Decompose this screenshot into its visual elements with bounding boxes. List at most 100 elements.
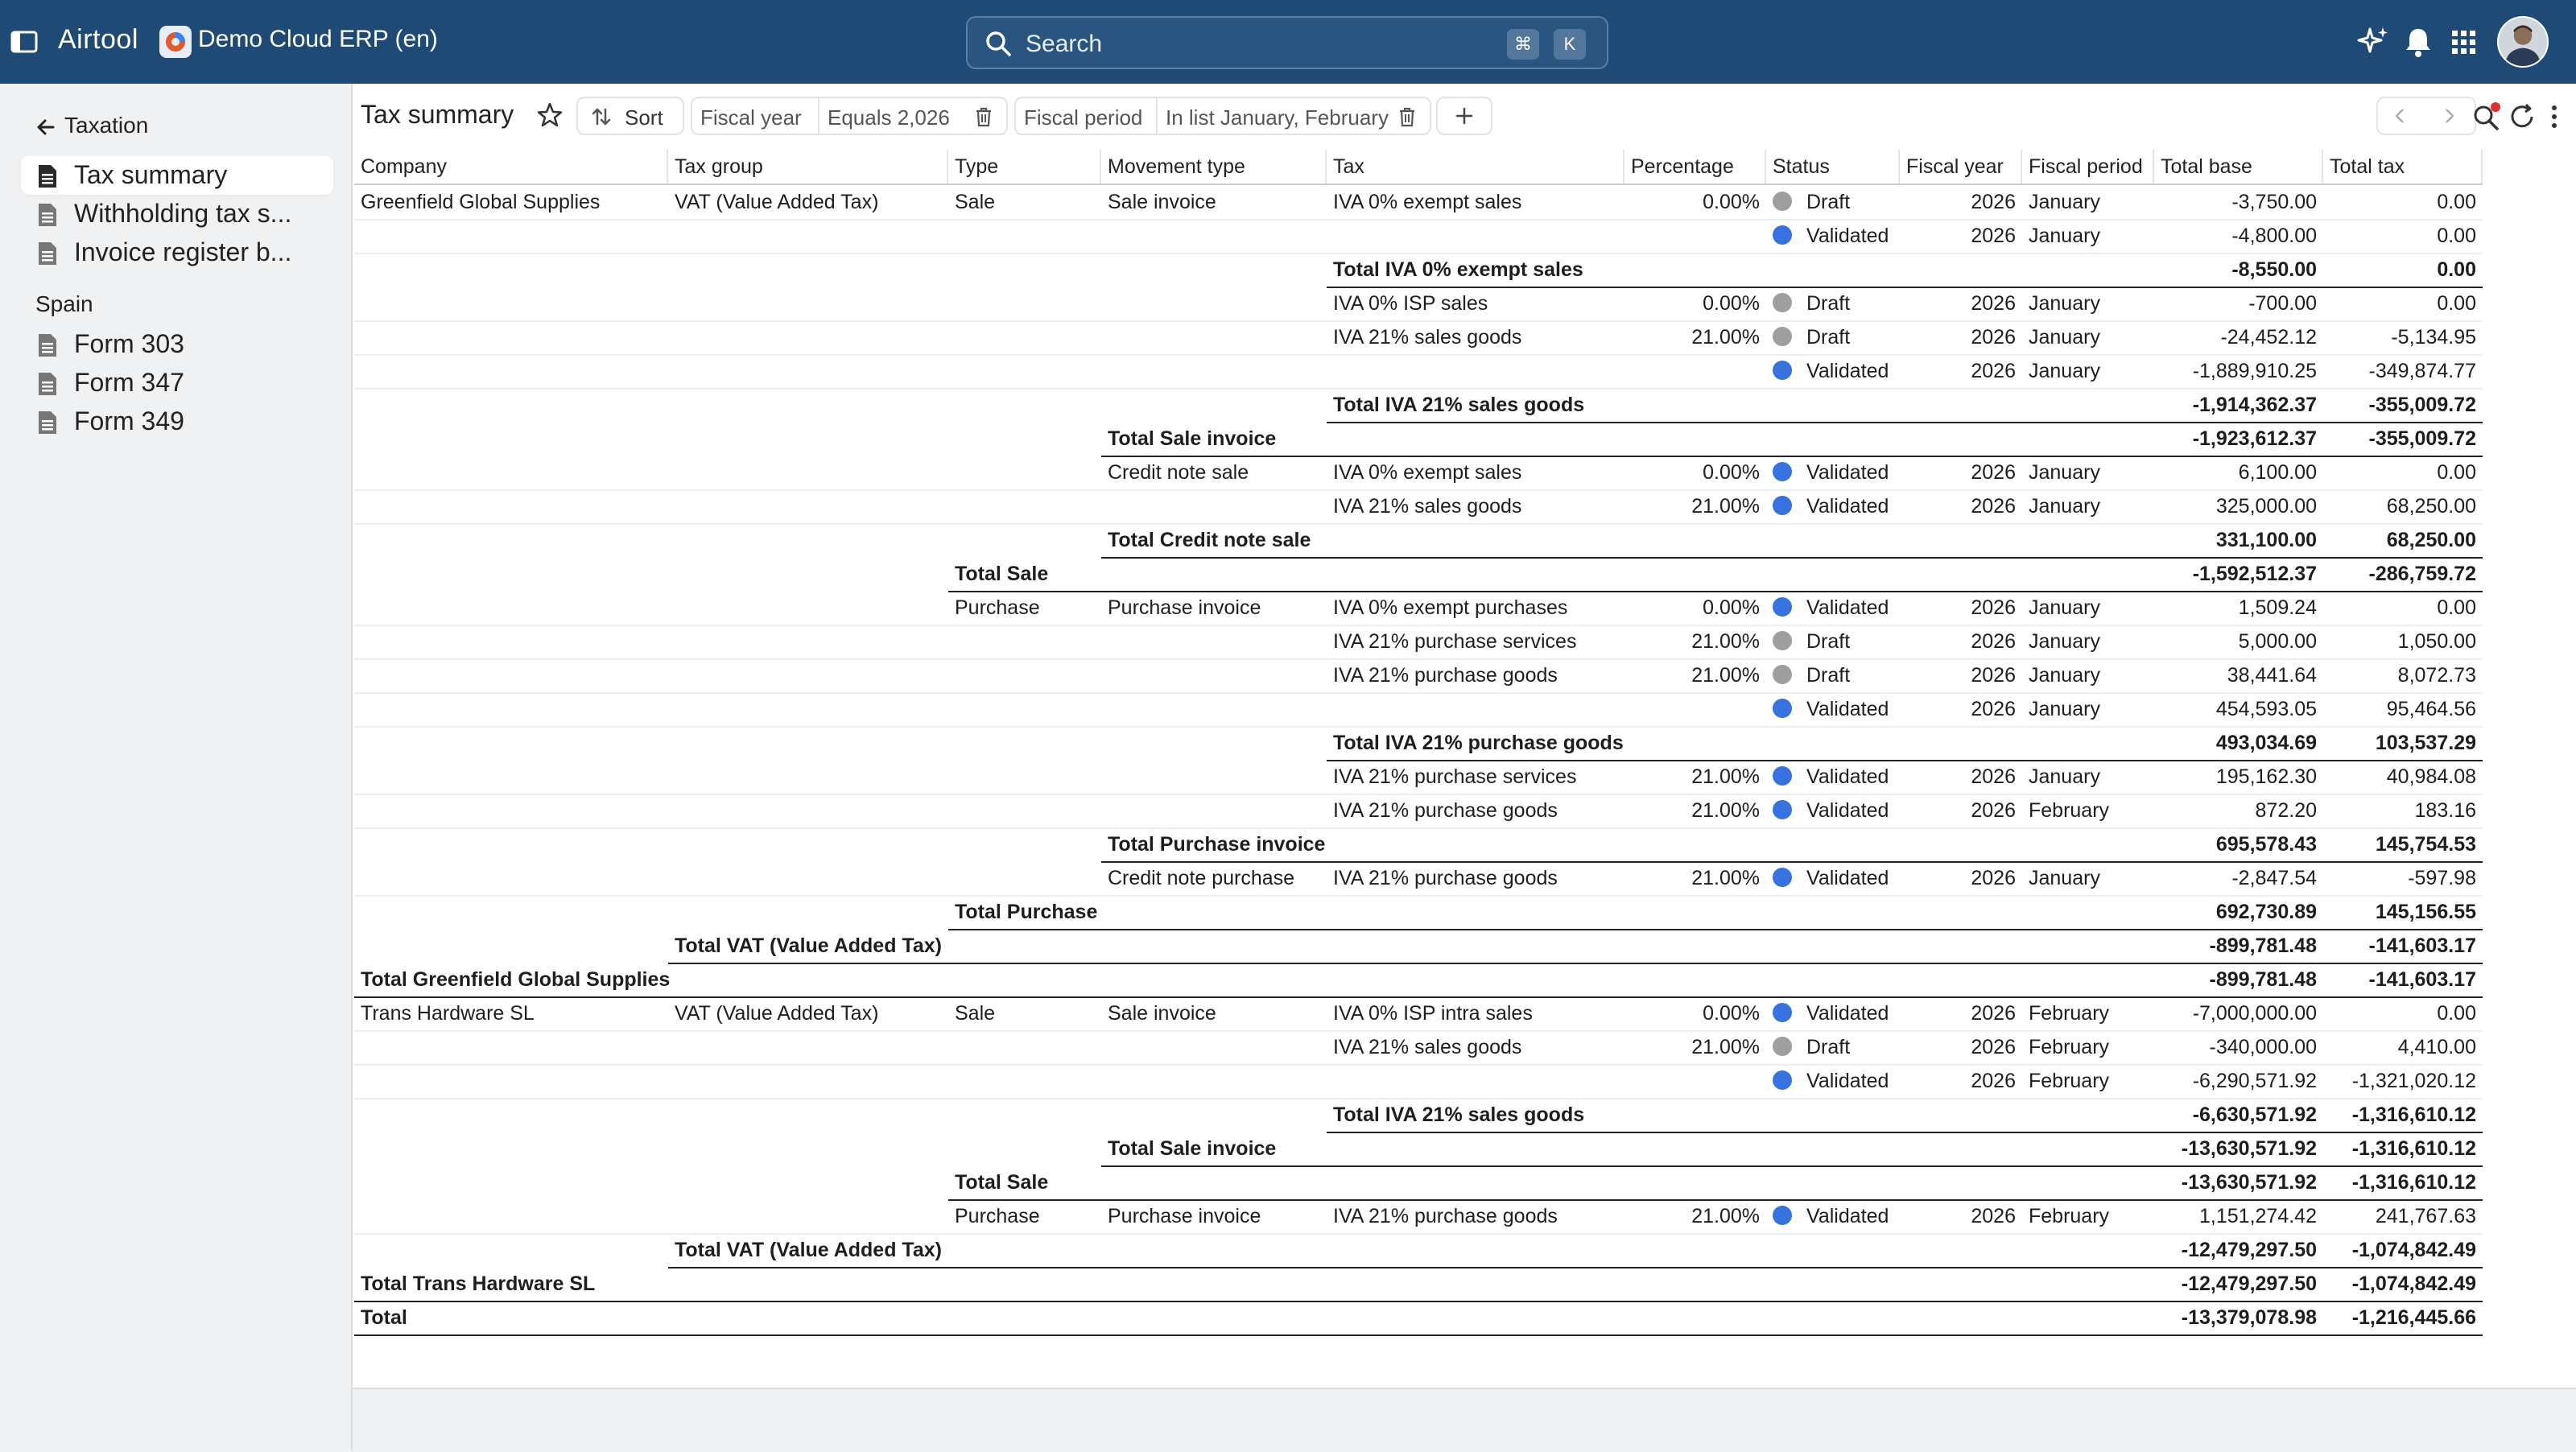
- cell-base[interactable]: -2,847.54: [2154, 861, 2323, 895]
- company-switcher[interactable]: Demo Cloud ERP (en): [198, 26, 438, 53]
- cell-tax_group[interactable]: VAT (Value Added Tax): [668, 996, 948, 1030]
- cell-tax[interactable]: IVA 21% purchase services: [1327, 625, 1624, 658]
- filter-chip-fiscal-period[interactable]: Fiscal period In list January, February: [1014, 97, 1431, 135]
- status-cell[interactable]: Validated: [1766, 760, 1900, 794]
- cell-period[interactable]: January: [2022, 354, 2154, 388]
- cell-taxamt[interactable]: 4,410.00: [2323, 1030, 2483, 1064]
- cell-taxamt[interactable]: 0.00: [2323, 219, 2483, 253]
- cell-base[interactable]: 454,593.05: [2154, 692, 2323, 726]
- cell-year[interactable]: 2026: [1900, 219, 2022, 253]
- cell-year[interactable]: 2026: [1900, 692, 2022, 726]
- cell-taxamt[interactable]: -1,321,020.12: [2323, 1064, 2483, 1098]
- cell-tax[interactable]: IVA 0% exempt sales: [1327, 456, 1624, 489]
- status-cell[interactable]: Validated: [1766, 794, 1900, 827]
- cell-taxamt[interactable]: 0.00: [2323, 996, 2483, 1030]
- cell-year[interactable]: 2026: [1900, 658, 2022, 692]
- sort-button[interactable]: Sort: [576, 97, 684, 135]
- cell-base[interactable]: 38,441.64: [2154, 658, 2323, 692]
- column-header-base[interactable]: Total base: [2154, 150, 2323, 184]
- cell-company[interactable]: Greenfield Global Supplies: [354, 185, 668, 219]
- status-cell[interactable]: Draft: [1766, 185, 1900, 219]
- cell-company[interactable]: Trans Hardware SL: [354, 996, 668, 1030]
- cell-base[interactable]: 5,000.00: [2154, 625, 2323, 658]
- status-cell[interactable]: Validated: [1766, 354, 1900, 388]
- cell-tax[interactable]: IVA 21% purchase goods: [1327, 861, 1624, 895]
- cell-taxamt[interactable]: 0.00: [2323, 591, 2483, 625]
- status-cell[interactable]: Validated: [1766, 1199, 1900, 1233]
- cell-year[interactable]: 2026: [1900, 1064, 2022, 1098]
- status-cell[interactable]: Draft: [1766, 625, 1900, 658]
- sidebar-item-form-347[interactable]: Form 347: [21, 364, 333, 402]
- sidebar-toggle-icon[interactable]: [10, 27, 39, 56]
- status-cell[interactable]: Draft: [1766, 1030, 1900, 1064]
- cell-taxamt[interactable]: 1,050.00: [2323, 625, 2483, 658]
- cell-period[interactable]: January: [2022, 760, 2154, 794]
- cell-type[interactable]: Sale: [948, 185, 1101, 219]
- cell-tax[interactable]: IVA 0% ISP sales: [1327, 287, 1624, 320]
- status-cell[interactable]: Validated: [1766, 456, 1900, 489]
- cell-year[interactable]: 2026: [1900, 591, 2022, 625]
- apps-grid-icon[interactable]: [2446, 24, 2481, 60]
- cell-base[interactable]: -4,800.00: [2154, 219, 2323, 253]
- cell-base[interactable]: -3,750.00: [2154, 185, 2323, 219]
- cell-period[interactable]: January: [2022, 185, 2154, 219]
- status-cell[interactable]: Validated: [1766, 591, 1900, 625]
- sidebar-item-form-349[interactable]: Form 349: [21, 402, 333, 441]
- cell-base[interactable]: -1,889,910.25: [2154, 354, 2323, 388]
- status-cell[interactable]: Validated: [1766, 489, 1900, 523]
- cell-year[interactable]: 2026: [1900, 320, 2022, 354]
- cell-pct[interactable]: 0.00%: [1624, 456, 1766, 489]
- app-name[interactable]: Airtool: [58, 24, 138, 56]
- cell-base[interactable]: 1,151,274.42: [2154, 1199, 2323, 1233]
- cell-movement[interactable]: Sale invoice: [1101, 996, 1327, 1030]
- cell-taxamt[interactable]: 40,984.08: [2323, 760, 2483, 794]
- cell-base[interactable]: 195,162.30: [2154, 760, 2323, 794]
- cell-taxamt[interactable]: 0.00: [2323, 287, 2483, 320]
- status-cell[interactable]: Validated: [1766, 1064, 1900, 1098]
- cell-tax[interactable]: IVA 21% sales goods: [1327, 1030, 1624, 1064]
- cell-pct[interactable]: 21.00%: [1624, 794, 1766, 827]
- cell-tax[interactable]: IVA 0% exempt sales: [1327, 185, 1624, 219]
- more-options-icon[interactable]: [2539, 101, 2570, 132]
- cell-base[interactable]: 6,100.00: [2154, 456, 2323, 489]
- cell-tax[interactable]: IVA 21% purchase goods: [1327, 794, 1624, 827]
- cell-taxamt[interactable]: -5,134.95: [2323, 320, 2483, 354]
- cell-type[interactable]: Sale: [948, 996, 1101, 1030]
- cell-year[interactable]: 2026: [1900, 760, 2022, 794]
- search-input[interactable]: Search: [1026, 31, 1102, 58]
- column-header-status[interactable]: Status: [1766, 150, 1900, 184]
- cell-pct[interactable]: 0.00%: [1624, 591, 1766, 625]
- cell-pct[interactable]: 21.00%: [1624, 625, 1766, 658]
- cell-year[interactable]: 2026: [1900, 1030, 2022, 1064]
- cell-tax[interactable]: IVA 21% sales goods: [1327, 489, 1624, 523]
- cell-year[interactable]: 2026: [1900, 185, 2022, 219]
- cell-tax_group[interactable]: VAT (Value Added Tax): [668, 185, 948, 219]
- add-filter-button[interactable]: [1436, 97, 1492, 135]
- cell-base[interactable]: 1,509.24: [2154, 591, 2323, 625]
- status-cell[interactable]: Validated: [1766, 219, 1900, 253]
- column-header-year[interactable]: Fiscal year: [1900, 150, 2022, 184]
- cell-base[interactable]: -24,452.12: [2154, 320, 2323, 354]
- cell-base[interactable]: 872.20: [2154, 794, 2323, 827]
- column-header-type[interactable]: Type: [948, 150, 1101, 184]
- cell-pct[interactable]: 21.00%: [1624, 1199, 1766, 1233]
- cell-movement[interactable]: Credit note purchase: [1101, 861, 1327, 895]
- cell-tax[interactable]: IVA 21% purchase goods: [1327, 658, 1624, 692]
- cell-movement[interactable]: Purchase invoice: [1101, 591, 1327, 625]
- cell-period[interactable]: January: [2022, 861, 2154, 895]
- cell-period[interactable]: February: [2022, 1064, 2154, 1098]
- cell-tax[interactable]: IVA 21% purchase services: [1327, 760, 1624, 794]
- cell-year[interactable]: 2026: [1900, 489, 2022, 523]
- cell-period[interactable]: January: [2022, 692, 2154, 726]
- cell-base[interactable]: 325,000.00: [2154, 489, 2323, 523]
- cell-period[interactable]: February: [2022, 794, 2154, 827]
- status-cell[interactable]: Draft: [1766, 320, 1900, 354]
- cell-taxamt[interactable]: 0.00: [2323, 185, 2483, 219]
- status-cell[interactable]: Draft: [1766, 287, 1900, 320]
- cell-type[interactable]: Purchase: [948, 591, 1101, 625]
- cell-period[interactable]: January: [2022, 625, 2154, 658]
- status-cell[interactable]: Validated: [1766, 692, 1900, 726]
- chevron-left-icon[interactable]: [2391, 106, 2410, 126]
- cell-year[interactable]: 2026: [1900, 625, 2022, 658]
- cell-period[interactable]: January: [2022, 489, 2154, 523]
